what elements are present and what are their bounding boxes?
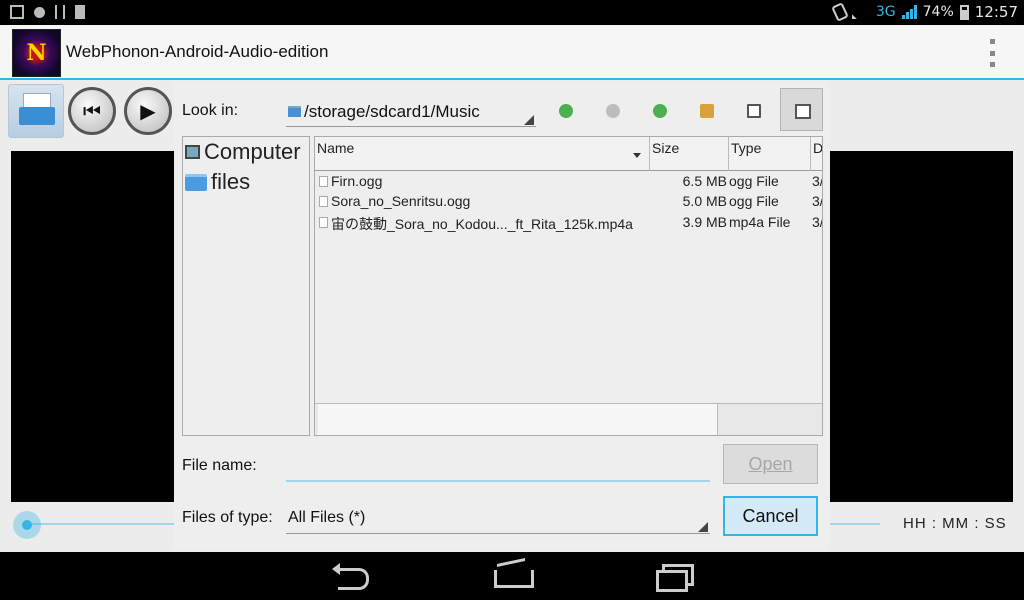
notification-icons — [10, 5, 85, 19]
rotation-lock-icon — [831, 2, 849, 22]
place-computer[interactable]: Computer — [185, 139, 301, 165]
look-in-combo[interactable]: /storage/sdcard1/Music — [286, 99, 536, 127]
files-of-type-combo[interactable]: All Files (*) — [286, 506, 710, 534]
folder-icon — [185, 173, 207, 191]
folder-icon — [288, 106, 301, 117]
file-list: Name Size Type D Firn.ogg 6.5 MB ogg Fil… — [314, 136, 823, 436]
overflow-dot-icon — [989, 50, 995, 56]
action-bar: N WebPhonon-Android-Audio-edition — [0, 25, 1024, 80]
cancel-button[interactable]: Cancel — [723, 496, 818, 536]
file-type: mp4a File — [729, 214, 791, 230]
forward-icon[interactable] — [606, 104, 620, 118]
column-label: Size — [652, 140, 680, 156]
play-icon: ▶ — [140, 99, 156, 123]
previous-track-button[interactable]: ⏮ — [68, 87, 116, 135]
file-row[interactable]: Firn.ogg 6.5 MB ogg File 3/ — [315, 172, 823, 192]
files-of-type-value: All Files (*) — [288, 509, 366, 526]
file-dialog: Look in: /storage/sdcard1/Music Computer… — [174, 82, 830, 550]
file-name-label: File name: — [182, 457, 257, 474]
file-size: 3.9 MB — [682, 214, 727, 230]
file-date: 3/ — [812, 214, 823, 230]
status-bar: 3G 74% 12:57 — [0, 0, 1024, 25]
file-list-header: Name Size Type D — [315, 137, 823, 171]
open-button[interactable]: Open — [723, 444, 818, 484]
seek-thumb[interactable] — [13, 511, 41, 539]
sort-arrow-icon — [633, 153, 641, 158]
look-in-label: Look in: — [182, 102, 239, 119]
seek-track-right[interactable] — [830, 523, 880, 525]
combo-arrow-icon — [698, 522, 708, 532]
file-type: ogg File — [729, 173, 779, 189]
navigation-bar — [0, 552, 1024, 600]
back-nav-icon[interactable] — [332, 563, 369, 590]
open-file-button[interactable] — [8, 84, 64, 138]
logo-letter: N — [26, 40, 47, 66]
file-icon — [319, 217, 328, 228]
column-label: Name — [317, 140, 355, 156]
app-logo[interactable]: N — [12, 29, 61, 77]
horizontal-scrollbar[interactable] — [315, 403, 822, 435]
file-icon — [319, 176, 328, 187]
column-header-name[interactable]: Name — [315, 137, 650, 171]
place-label: files — [211, 169, 251, 194]
file-name-input[interactable] — [286, 454, 710, 482]
computer-icon — [185, 145, 200, 159]
current-path: /storage/sdcard1/Music — [304, 102, 480, 121]
file-date: 3/ — [812, 173, 823, 189]
seek-track[interactable] — [26, 523, 176, 525]
battery-percent: 74% — [922, 4, 954, 20]
back-icon[interactable] — [559, 104, 573, 118]
file-type: ogg File — [729, 193, 779, 209]
files-of-type-label: Files of type: — [182, 509, 273, 526]
parent-dir-icon[interactable] — [653, 104, 667, 118]
file-name: 宙の鼓動_Sora_no_Kodou..._ft_Rita_125k.mp4a — [331, 216, 633, 232]
previous-icon: ⏮ — [83, 99, 101, 123]
place-label: Computer — [204, 139, 301, 164]
signal-icon — [901, 5, 917, 19]
scrollbar-thumb[interactable] — [318, 404, 718, 435]
file-row[interactable]: Sora_no_Senritsu.ogg 5.0 MB ogg File 3/ — [315, 192, 823, 212]
detail-view-button[interactable] — [780, 88, 823, 131]
file-row[interactable]: 宙の鼓動_Sora_no_Kodou..._ft_Rita_125k.mp4a … — [315, 213, 823, 233]
app-title: WebPhonon-Android-Audio-edition — [66, 42, 329, 61]
recent-apps-icon[interactable] — [656, 564, 694, 592]
time-display: HH : MM : SS — [903, 515, 1007, 532]
file-name: Firn.ogg — [331, 173, 383, 189]
file-date: 3/ — [812, 193, 823, 209]
sd-card-icon — [75, 5, 85, 19]
clock: 12:57 — [974, 3, 1018, 21]
battery-icon — [959, 4, 969, 20]
places-sidebar: Computer files — [182, 136, 310, 436]
overflow-dot-icon — [989, 39, 995, 44]
combo-arrow-icon — [524, 115, 534, 125]
file-size: 5.0 MB — [682, 193, 727, 209]
column-label: D — [813, 140, 823, 156]
file-size: 6.5 MB — [682, 173, 727, 189]
column-header-type[interactable]: Type — [729, 137, 811, 171]
network-type: 3G — [875, 4, 896, 20]
new-folder-icon[interactable] — [700, 104, 714, 118]
wifi-icon — [851, 5, 870, 19]
list-view-icon[interactable] — [747, 104, 761, 118]
file-name: Sora_no_Senritsu.ogg — [331, 193, 471, 209]
overflow-dot-icon — [989, 62, 995, 67]
tray-icon — [19, 107, 55, 125]
column-header-size[interactable]: Size — [650, 137, 729, 171]
image-notification-icon — [10, 5, 24, 19]
home-nav-icon[interactable] — [494, 564, 534, 588]
play-button[interactable]: ▶ — [124, 87, 172, 135]
video-area-left — [11, 151, 176, 502]
column-header-date[interactable]: D — [811, 137, 823, 171]
video-area-right — [830, 151, 1013, 502]
place-files[interactable]: files — [185, 169, 250, 195]
column-label: Type — [731, 140, 762, 156]
overflow-menu-button[interactable] — [985, 39, 999, 67]
bomb-notification-icon — [34, 7, 45, 18]
usb-icon — [55, 5, 65, 19]
system-icons: 3G 74% 12:57 — [831, 2, 1018, 22]
file-icon — [319, 196, 328, 207]
